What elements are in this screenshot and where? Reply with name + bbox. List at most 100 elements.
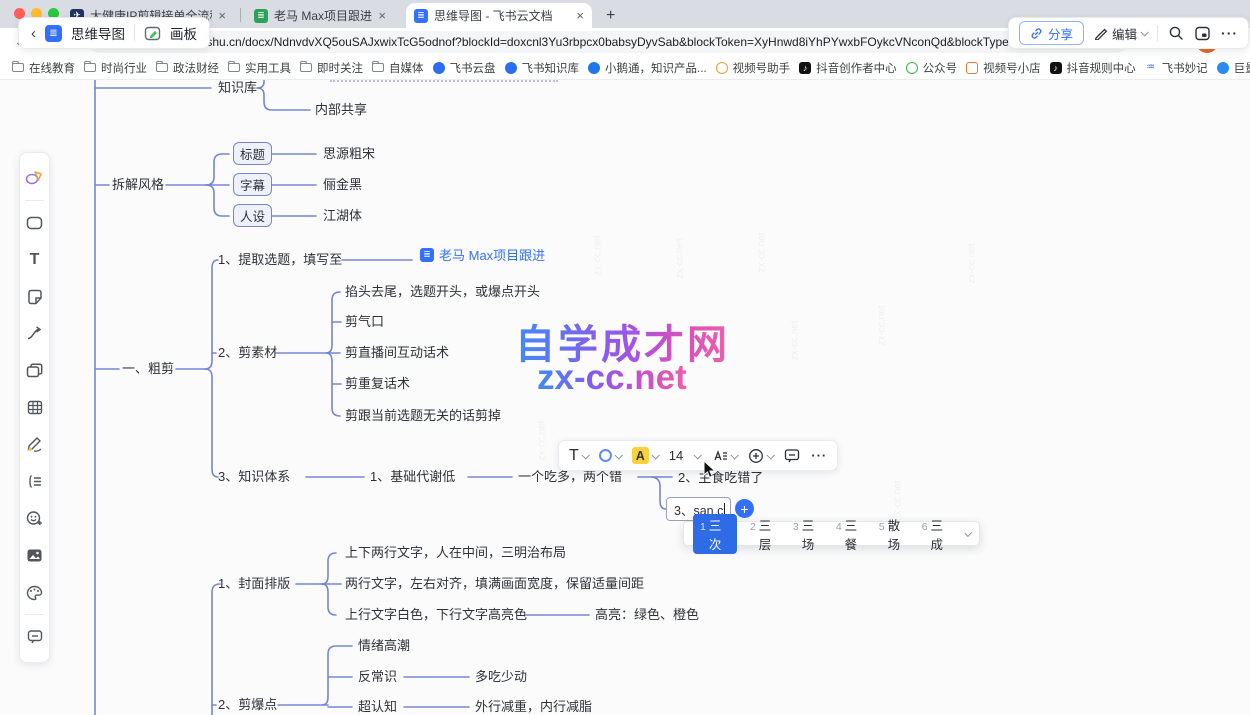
bookmark-link[interactable]: ♪抖音创作者中心 (799, 60, 897, 76)
edit-mode-dropdown[interactable]: 编辑 (1094, 24, 1147, 43)
bookmark-link[interactable]: 视频号小店 (966, 60, 1041, 76)
more-menu-button[interactable]: ··· (1221, 25, 1238, 41)
theme-palette-tool[interactable] (19, 574, 50, 611)
mindmap-node[interactable]: 思源粗宋 (323, 146, 375, 162)
tab-close-icon[interactable]: × (576, 8, 584, 23)
whiteboard-canvas[interactable]: zx-cc.net zx-cc.net zx-cc.net zx-cc.net … (0, 80, 1250, 715)
mindmap-node[interactable]: 俪金黑 (323, 177, 362, 193)
bookmark-folder[interactable]: 在线教育 (12, 60, 75, 76)
mindmap-node[interactable]: 剪直播间互动话术 (345, 345, 449, 361)
mindmap-node[interactable]: 高亮：绿色、橙色 (595, 607, 699, 623)
new-tab-button[interactable]: + (598, 3, 622, 28)
mindmap-tool[interactable] (19, 463, 50, 500)
mindmap-node[interactable]: 情绪高潮 (358, 638, 410, 654)
mindmap-box-node[interactable]: 人设 (233, 204, 272, 227)
search-icon[interactable] (1168, 25, 1184, 41)
shape-color-dropdown[interactable] (599, 449, 621, 462)
font-color-dropdown[interactable]: A (632, 447, 658, 464)
address-bar[interactable]: gwv82m0rqrk.feishu.cn/docx/NdnvdvXQ5ouSA… (88, 31, 1128, 53)
mindmap-node[interactable]: 2、剪素材 (218, 345, 277, 361)
share-button[interactable]: 分享 (1019, 21, 1084, 45)
mindmap-box-node[interactable]: 字幕 (233, 173, 272, 196)
tab-close-icon[interactable]: × (218, 8, 226, 23)
mindmap-node[interactable]: 外行减重，内行减脂 (475, 699, 592, 715)
frame-tool[interactable] (19, 352, 50, 389)
feishu-minutes-icon: ♒ (1145, 62, 1157, 74)
more-options-button[interactable]: ··· (811, 448, 827, 463)
tab-close-icon[interactable]: × (378, 8, 386, 23)
ime-candidate[interactable]: 6三成 (922, 515, 952, 553)
present-icon[interactable] (1194, 25, 1211, 42)
bookmark-link[interactable]: 小鹅通，知识产品... (588, 60, 707, 76)
ime-candidate-selected[interactable]: 1三次 (693, 514, 737, 554)
insert-dropdown[interactable] (748, 448, 773, 464)
font-color-icon: A (632, 447, 649, 464)
browser-tab-2[interactable]: ≣ 老马 Max项目跟进 - 飞书云文 × (246, 3, 394, 28)
browser-tab-3-active[interactable]: ≣ 思维导图 - 飞书云文档 × (406, 3, 592, 28)
draw-pen-tool[interactable] (19, 426, 50, 463)
comment-button[interactable] (784, 448, 800, 463)
folder-icon (300, 63, 312, 72)
mindmap-link-node[interactable]: ≣ 老马 Max项目跟进 (420, 245, 545, 264)
mindmap-node[interactable]: 多吃少动 (475, 669, 527, 685)
oceanengine-icon (1217, 62, 1229, 74)
mindmap-node[interactable]: 掐头去尾，选题开头，或爆点开头 (345, 284, 540, 300)
sticky-note-tool[interactable] (19, 278, 50, 315)
mindmap-node[interactable]: 1、提取选题，填写至 (218, 252, 342, 268)
folder-icon (156, 63, 168, 72)
mindmap-node[interactable]: 剪气口 (345, 314, 384, 330)
mindmap-box-node[interactable]: 标题 (233, 142, 272, 165)
bookmark-folder[interactable]: 时尚行业 (84, 60, 147, 76)
connector-tool[interactable] (19, 315, 50, 352)
mindmap-node[interactable]: 1、封面排版 (218, 576, 290, 592)
mindmap-node[interactable]: 剪重复话术 (345, 376, 410, 392)
mindmap-node[interactable]: 反常识 (358, 669, 397, 685)
xiaoetong-icon (588, 62, 600, 74)
comment-tool[interactable] (19, 618, 50, 655)
mindmap-node[interactable]: 上下两行文字，人在中间，三明治布局 (345, 545, 566, 561)
mindmap-node[interactable]: 2、剪爆点 (218, 697, 277, 713)
ime-candidate[interactable]: 3三场 (793, 515, 823, 553)
bookmark-link[interactable]: 巨量算数 (1217, 60, 1250, 76)
select-shapes-tool[interactable] (19, 160, 50, 197)
bookmark-folder[interactable]: 实用工具 (228, 60, 291, 76)
mindmap-node[interactable]: 内部共享 (315, 102, 367, 118)
bookmark-folder[interactable]: 政法财经 (156, 60, 219, 76)
mindmap-node[interactable]: 超认知 (358, 699, 397, 715)
mindmap-node[interactable]: 一、粗剪 (122, 361, 174, 377)
mindmap-node[interactable]: 上行文字白色，下行文字高亮色 (345, 607, 527, 623)
mindmap-node[interactable]: 知识库 (218, 80, 257, 96)
mindmap-node[interactable]: 一个吃多，两个错 (518, 469, 622, 485)
mindmap-node[interactable]: 两行文字，左右对齐，填满画面宽度，保留适量间距 (345, 576, 644, 592)
board-tab-label[interactable]: 画板 (170, 23, 197, 43)
mindmap-node[interactable]: 1、基础代谢低 (370, 469, 455, 485)
mindmap-node[interactable]: 2、主食吃错了 (678, 470, 763, 486)
back-chevron-icon[interactable]: ‹ (31, 25, 36, 42)
rectangle-tool[interactable] (19, 204, 50, 241)
pen-marker-icon (26, 436, 43, 453)
mindmap-node[interactable]: 拆解风格 (112, 177, 164, 193)
bookmark-folder[interactable]: 自媒体 (372, 60, 424, 76)
text-style-dropdown[interactable]: T (569, 447, 588, 465)
shapes-multicolor-icon (25, 170, 44, 187)
mindmap-node[interactable]: 3、知识体系 (218, 469, 290, 485)
bookmark-link[interactable]: ♪抖音规则中心 (1050, 60, 1136, 76)
image-tool[interactable] (19, 537, 50, 574)
ime-candidate[interactable]: 4三餐 (836, 515, 866, 553)
emoji-tool[interactable] (19, 500, 50, 537)
ime-candidate[interactable]: 2三层 (750, 515, 780, 553)
douyin-icon: ♪ (799, 62, 811, 74)
bookmark-link[interactable]: 飞书云盘 (433, 60, 496, 76)
bookmark-link[interactable]: 飞书知识库 (505, 60, 580, 76)
bookmark-link[interactable]: ♒飞书妙记 (1145, 60, 1208, 76)
bookmark-folder[interactable]: 即时关注 (300, 60, 363, 76)
ime-candidate[interactable]: 5散场 (879, 515, 909, 553)
text-tool[interactable]: T (19, 241, 50, 278)
bookmark-link[interactable]: 公众号 (906, 60, 958, 76)
font-size-dropdown[interactable]: 14 (669, 448, 700, 463)
mindmap-node[interactable]: 剪跟当前选题无关的话剪掉 (345, 408, 501, 424)
ime-expand-chevron-icon[interactable] (964, 529, 972, 537)
table-tool[interactable] (19, 389, 50, 426)
bookmark-link[interactable]: 视频号助手 (716, 60, 791, 76)
mindmap-node[interactable]: 江湖体 (323, 208, 362, 224)
